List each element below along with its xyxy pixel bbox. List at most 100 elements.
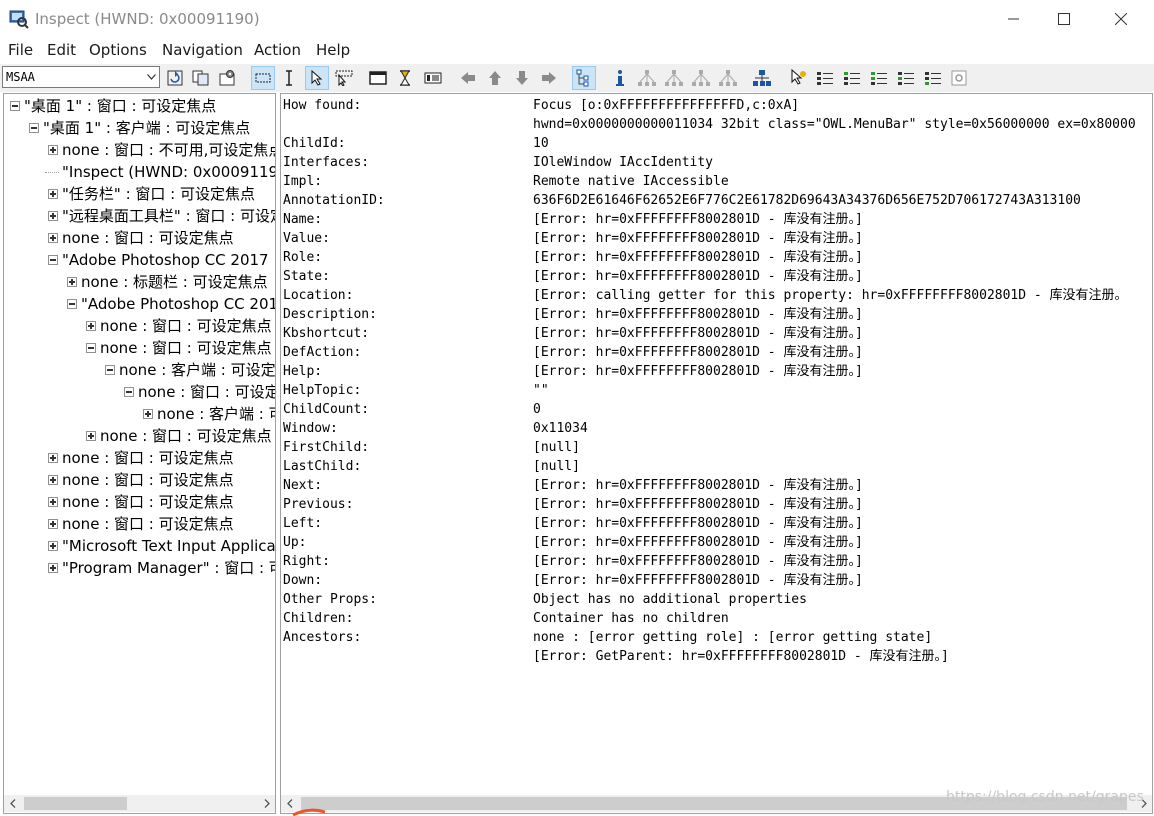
tree-node[interactable]: none : 窗口 : 不可用,可设定焦点 xyxy=(4,139,275,161)
tree-node[interactable]: "Program Manager" : 窗口 : 可设定焦点 xyxy=(4,557,275,579)
list-icon-2[interactable] xyxy=(840,66,864,90)
expand-icon[interactable] xyxy=(86,321,96,331)
tree-node[interactable]: none : 窗口 : 可设定焦点 xyxy=(4,425,275,447)
property-value: 0x11034 xyxy=(533,421,588,436)
expand-icon[interactable] xyxy=(86,431,96,441)
do-action-icon[interactable] xyxy=(786,66,810,90)
tree-sibling-icon[interactable] xyxy=(689,66,713,90)
arrow-down-icon[interactable] xyxy=(510,66,534,90)
tree-node[interactable]: none : 窗口 : 可设定焦点 xyxy=(4,337,275,359)
element-tree[interactable]: "桌面 1" : 窗口 : 可设定焦点 "桌面 1" : 客户端 : 可设定焦点 n… xyxy=(3,93,276,814)
tree-node[interactable]: none : 窗口 : 可设定焦点 xyxy=(4,381,275,403)
tree-node[interactable]: "Microsoft Text Input Application" xyxy=(4,535,275,557)
tree-view-icon[interactable] xyxy=(572,66,596,90)
collapse-icon[interactable] xyxy=(86,343,96,353)
menu-navigation[interactable]: Navigation xyxy=(162,41,243,59)
property-name: How found: xyxy=(283,98,362,113)
tree-node[interactable]: none : 标题栏 : 可设定焦点 xyxy=(4,271,275,293)
mode-select[interactable]: MSAA xyxy=(2,66,160,88)
expand-icon[interactable] xyxy=(48,453,58,463)
collapse-icon[interactable] xyxy=(67,299,77,309)
tree-node[interactable]: none : 窗口 : 可设定焦点 xyxy=(4,469,275,491)
expand-icon[interactable] xyxy=(48,563,58,573)
tree-node[interactable]: none : 窗口 : 可设定焦点 xyxy=(4,513,275,535)
tree-last-child-icon[interactable] xyxy=(716,66,740,90)
expand-icon[interactable] xyxy=(48,233,58,243)
refresh-icon[interactable] xyxy=(163,66,187,90)
tree-node-label: none : 窗口 : 可设定焦点 xyxy=(138,383,275,401)
arrow-right-icon[interactable] xyxy=(537,66,561,90)
caption-icon[interactable] xyxy=(421,66,445,90)
collapse-icon[interactable] xyxy=(105,365,115,375)
expand-icon[interactable] xyxy=(48,497,58,507)
property-value: 10 xyxy=(533,136,549,151)
collapse-icon[interactable] xyxy=(48,255,58,265)
tree-node[interactable]: none : 客户端 : 可设定焦点 xyxy=(4,403,275,425)
tree-node[interactable]: "Adobe Photoshop CC 2017 xyxy=(4,249,275,271)
tree-node[interactable]: "Adobe Photoshop CC 2017 xyxy=(4,293,275,315)
tree-horizontal-scrollbar[interactable] xyxy=(4,795,275,812)
collapse-icon[interactable] xyxy=(29,123,39,133)
info-icon[interactable] xyxy=(608,66,632,90)
list-icon-4[interactable] xyxy=(894,66,918,90)
property-name: Impl: xyxy=(283,174,323,189)
property-value: [Error: hr=0xFFFFFFFF8002801D - 库没有注册。] xyxy=(533,269,863,284)
tree-scroll-thumb[interactable] xyxy=(24,797,127,810)
tree-parent-icon[interactable] xyxy=(635,66,659,90)
list-icon-3[interactable] xyxy=(867,66,891,90)
scroll-right-icon[interactable] xyxy=(258,795,275,812)
tree-node[interactable]: none : 窗口 : 可设定焦点 xyxy=(4,315,275,337)
tree-node[interactable]: "任务栏" : 窗口 : 可设定焦点 xyxy=(4,183,275,205)
expand-icon[interactable] xyxy=(48,519,58,529)
expand-icon[interactable] xyxy=(48,145,58,155)
expand-icon[interactable] xyxy=(48,541,58,551)
expand-icon[interactable] xyxy=(67,277,77,287)
menu-help[interactable]: Help xyxy=(316,41,350,59)
expand-icon[interactable] xyxy=(143,409,153,419)
tree-node[interactable]: none : 窗口 : 可设定焦点 xyxy=(4,447,275,469)
menu-action[interactable]: Action xyxy=(254,41,301,59)
property-name: Children: xyxy=(283,611,354,626)
collapse-icon[interactable] xyxy=(124,387,134,397)
focus-track-icon[interactable] xyxy=(332,66,356,90)
minimize-button[interactable] xyxy=(990,0,1038,38)
options-icon[interactable] xyxy=(947,66,971,90)
tree-node[interactable]: none : 窗口 : 可设定焦点 xyxy=(4,491,275,513)
list-icon-5[interactable] xyxy=(921,66,945,90)
settings-icon[interactable] xyxy=(215,66,239,90)
hourglass-icon[interactable] xyxy=(393,66,417,90)
tree-node[interactable]: "Inspect (HWND: 0x00091190) xyxy=(4,161,275,183)
property-value: [Error: GetParent: hr=0xFFFFFFFF8002801D… xyxy=(533,649,949,664)
properties-pane[interactable]: How found: Focus [o:0xFFFFFFFFFFFFFFFD,c:… xyxy=(280,93,1153,814)
tree-node-label: "Adobe Photoshop CC 2017 xyxy=(81,295,276,313)
menu-file[interactable]: File xyxy=(8,41,33,59)
window-icon[interactable] xyxy=(366,66,390,90)
expand-icon[interactable] xyxy=(48,189,58,199)
tree-first-child-icon[interactable] xyxy=(662,66,686,90)
list-icon-1[interactable] xyxy=(813,66,837,90)
close-button[interactable] xyxy=(1097,0,1145,38)
maximize-button[interactable] xyxy=(1040,0,1088,38)
copy-icon[interactable] xyxy=(189,66,213,90)
cursor-track-icon[interactable] xyxy=(305,66,329,90)
chevron-down-icon[interactable] xyxy=(143,67,159,87)
tree-node[interactable]: "桌面 1" : 客户端 : 可设定焦点 xyxy=(4,117,275,139)
arrow-up-icon[interactable] xyxy=(483,66,507,90)
caret-icon[interactable] xyxy=(277,66,301,90)
arrow-left-icon[interactable] xyxy=(456,66,480,90)
rectangle-highlight-icon[interactable] xyxy=(251,66,275,90)
tree-node[interactable]: "远程桌面工具栏" : 窗口 : 可设定焦点 xyxy=(4,205,275,227)
scroll-left-icon[interactable] xyxy=(4,795,21,812)
menu-edit[interactable]: Edit xyxy=(47,41,76,59)
tree-node-label: "桌面 1" : 窗口 : 可设定焦点 xyxy=(24,97,217,115)
expand-icon[interactable] xyxy=(48,211,58,221)
property-name: Right: xyxy=(283,554,330,569)
hierarchy-icon[interactable] xyxy=(750,66,774,90)
collapse-icon[interactable] xyxy=(10,101,20,111)
tree-node[interactable]: none : 客户端 : 可设定焦点 xyxy=(4,359,275,381)
menu-options[interactable]: Options xyxy=(89,41,147,59)
tree-node-label: none : 客户端 : 可设定焦点 xyxy=(157,405,275,423)
tree-node[interactable]: "桌面 1" : 窗口 : 可设定焦点 xyxy=(4,95,275,117)
expand-icon[interactable] xyxy=(48,475,58,485)
tree-node[interactable]: none : 窗口 : 可设定焦点 xyxy=(4,227,275,249)
